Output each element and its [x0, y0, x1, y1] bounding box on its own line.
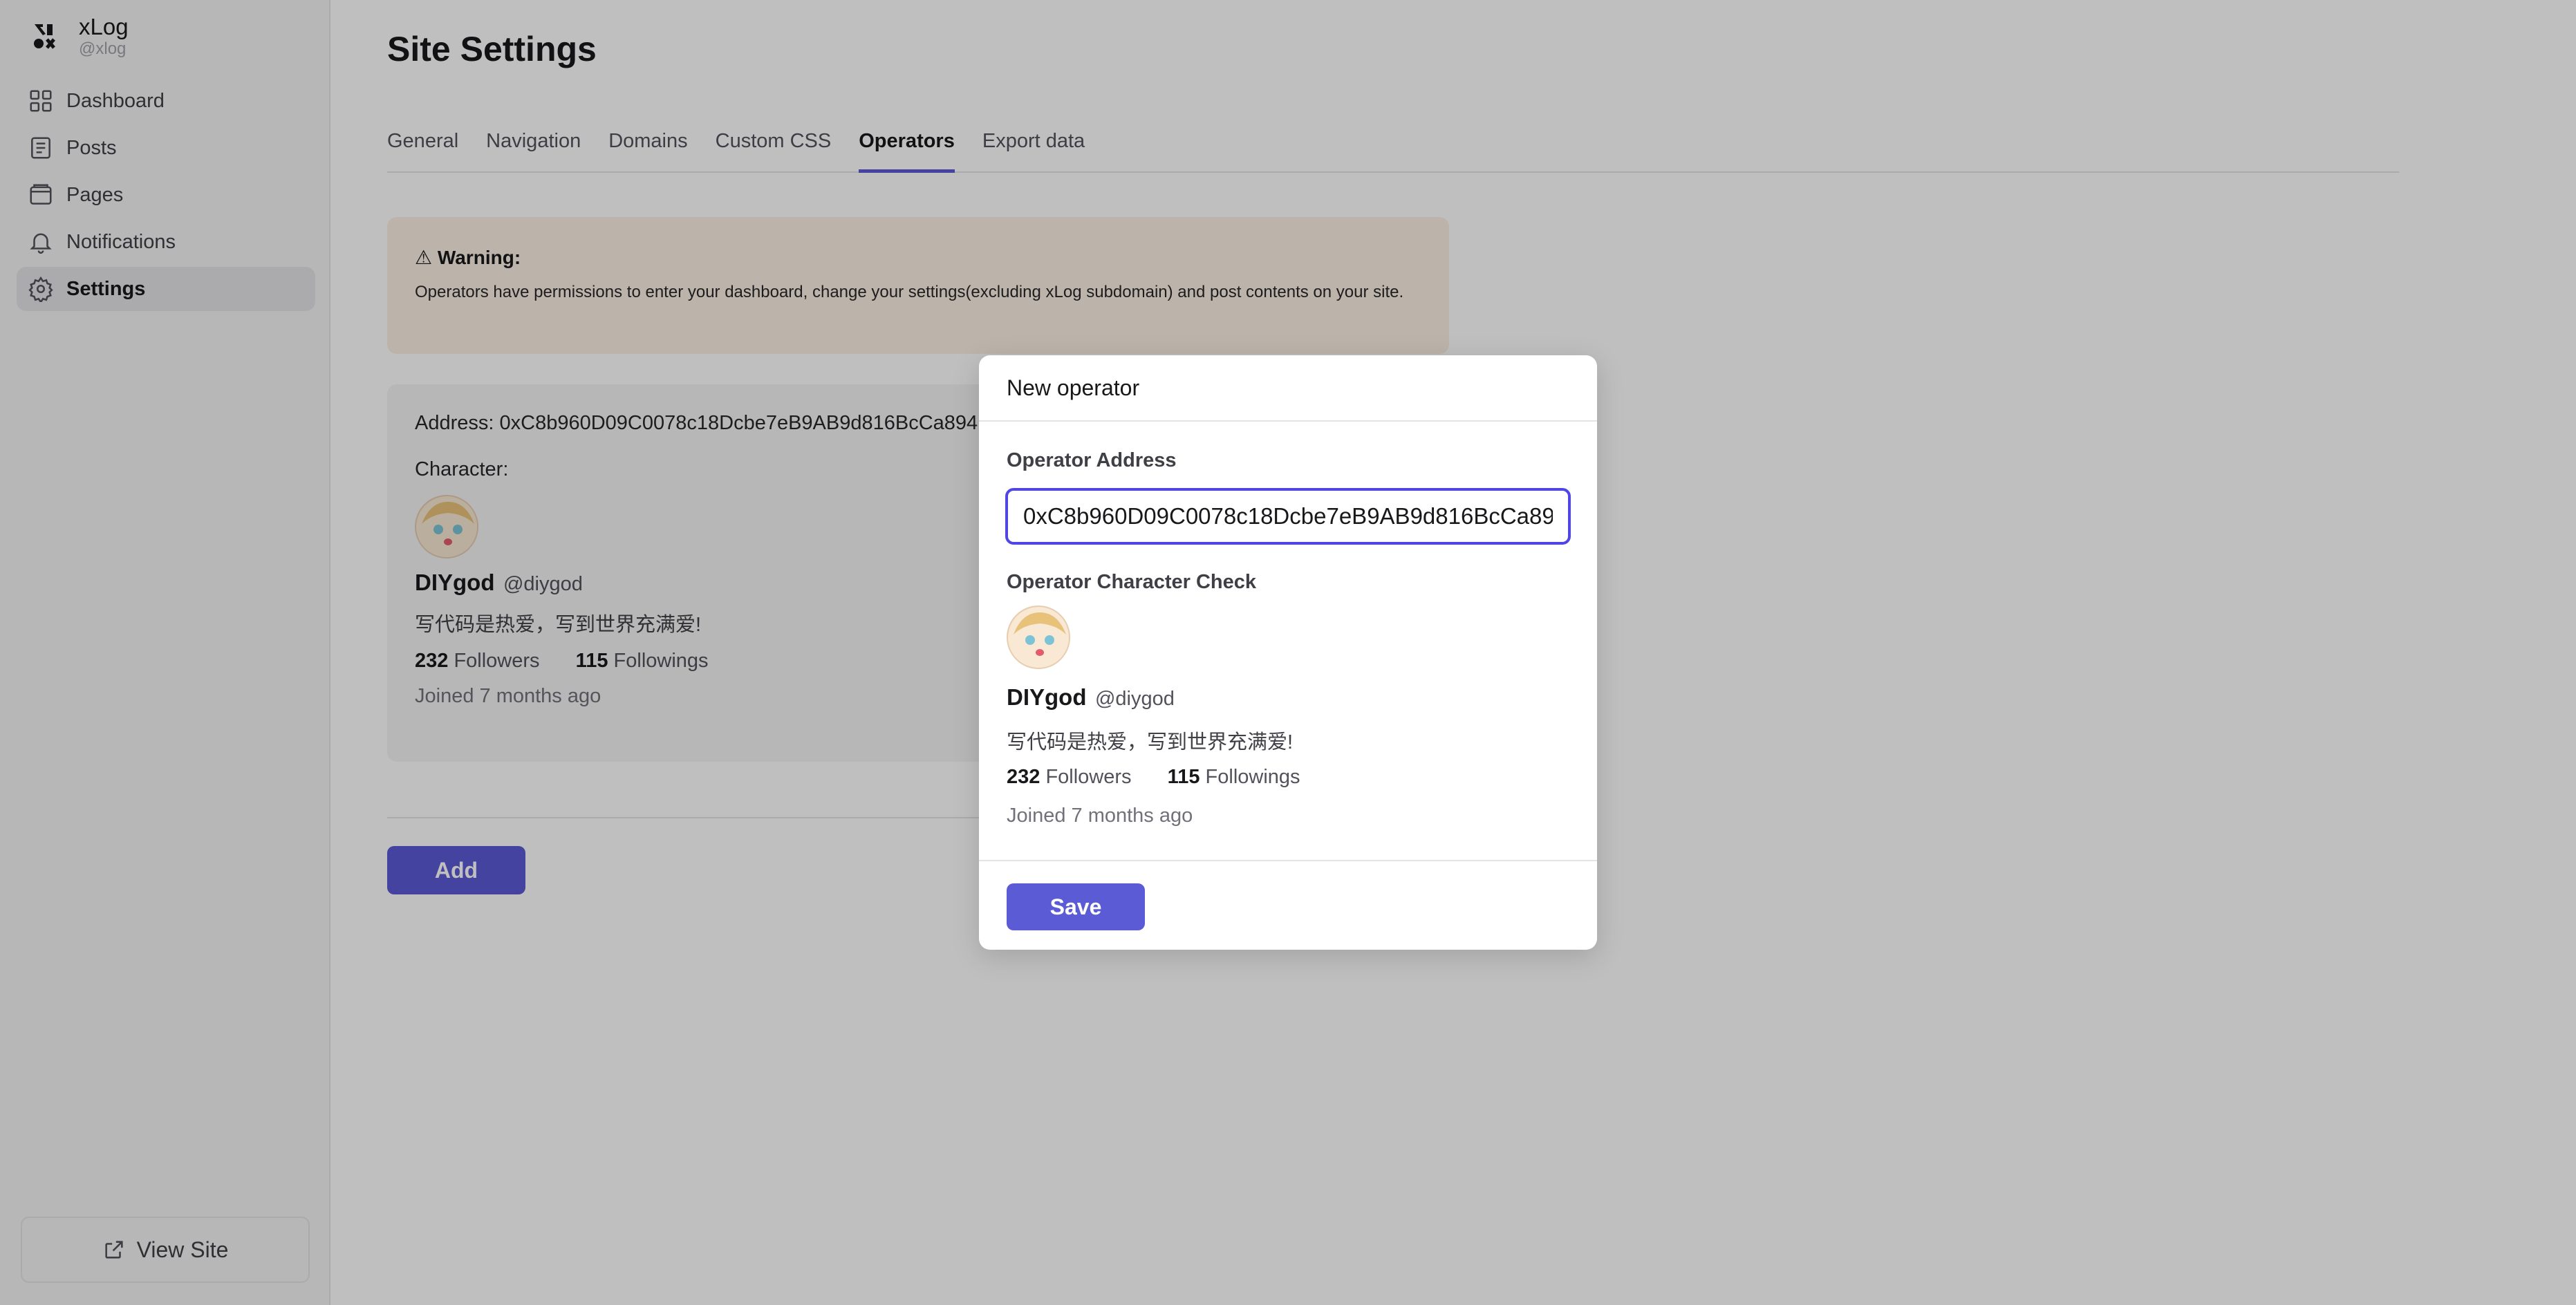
new-operator-modal: New operator Operator Address Operator C…	[979, 355, 1597, 950]
modal-body: Operator Address Operator Character Chec…	[979, 422, 1597, 860]
operator-address-label: Operator Address	[1007, 449, 1177, 471]
followings-label: Followings	[1205, 766, 1300, 788]
avatar	[1007, 605, 1070, 669]
avatar-image-icon	[1008, 607, 1069, 668]
followers-count: 232	[1007, 766, 1040, 788]
character-name: DIYgod	[1007, 684, 1087, 710]
save-button[interactable]: Save	[1007, 883, 1145, 930]
character-handle: @diygod	[1094, 688, 1175, 710]
character-name-row: DIYgod @diygod	[1007, 684, 1175, 711]
character-stats: 232 Followers 115 Followings	[1007, 766, 1300, 789]
operator-character-check-label: Operator Character Check	[1007, 571, 1257, 593]
character-joined: Joined 7 months ago	[1007, 805, 1193, 827]
followers-label: Followers	[1045, 766, 1132, 788]
app: xLog @xlog Dashboard Posts Pages Notific…	[0, 0, 2576, 1305]
modal-title: New operator	[979, 355, 1597, 422]
operator-address-input[interactable]	[1005, 488, 1571, 545]
followings-count: 115	[1167, 766, 1200, 788]
modal-footer: Save	[979, 860, 1597, 950]
character-bio: 写代码是热爱，写到世界充满爱!	[1007, 731, 1294, 753]
